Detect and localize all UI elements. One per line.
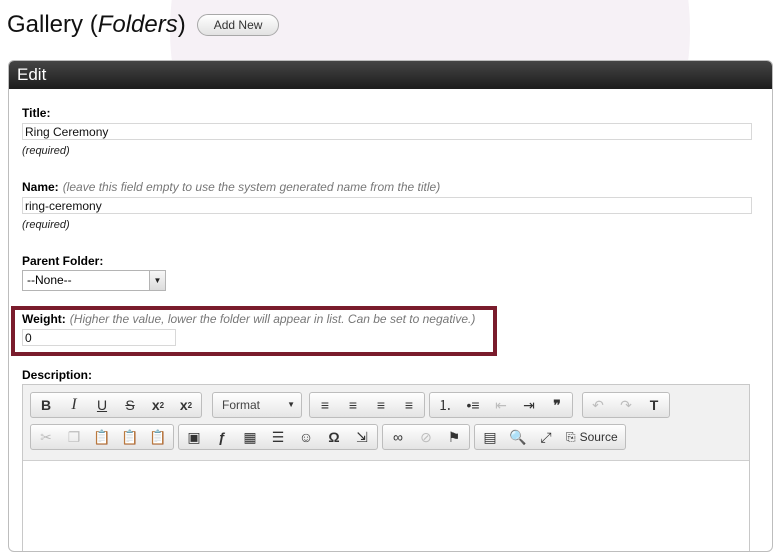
align-right-icon[interactable]: ≡	[367, 394, 395, 416]
parent-folder-select[interactable]: --None-- ▼	[22, 270, 166, 291]
weight-input[interactable]: 0	[22, 329, 176, 346]
smiley-icon[interactable]: ☺	[292, 426, 320, 448]
horizontal-rule-icon[interactable]: ☰	[264, 426, 292, 448]
insert-group: ▣ ƒ ▦ ☰ ☺ Ω ⇲	[178, 424, 378, 450]
edit-panel: Edit Title: Ring Ceremony (required) Nam…	[8, 60, 773, 552]
list-group: ⒈ •≡ ⇤ ⇥ ❞	[429, 392, 573, 418]
special-char-icon[interactable]: Ω	[320, 426, 348, 448]
description-editor: B I U S x2 x2 Format ▼ ≡ ≡ ≡ ≡ ⒈ •≡ ⇤ ⇥ ❞	[22, 384, 750, 551]
image-icon[interactable]: ▣	[180, 426, 208, 448]
basic-style-group: B I U S x2 x2	[30, 392, 202, 418]
title-required-note: (required)	[22, 145, 70, 157]
link-icon[interactable]: ∞	[384, 426, 412, 448]
history-group: ↶ ↷ T	[582, 392, 670, 418]
page-title-emphasis: Folders	[97, 11, 178, 38]
title-label: Title:	[22, 106, 51, 120]
subscript-icon[interactable]: x2	[144, 394, 172, 416]
link-group: ∞ ⊘ ⚑	[382, 424, 470, 450]
superscript-icon[interactable]: x2	[172, 394, 200, 416]
panel-header: Edit	[9, 61, 772, 89]
numbered-list-icon[interactable]: ⒈	[431, 394, 459, 416]
copy-icon[interactable]: ❐	[60, 426, 88, 448]
italic-icon[interactable]: I	[60, 394, 88, 416]
cut-icon[interactable]: ✂	[32, 426, 60, 448]
chevron-down-icon: ▼	[149, 271, 165, 290]
source-button[interactable]: ⎘ Source	[560, 426, 624, 448]
align-group: ≡ ≡ ≡ ≡	[309, 392, 425, 418]
title-input[interactable]: Ring Ceremony	[22, 123, 752, 140]
maximize-icon[interactable]: ⤢	[532, 426, 560, 448]
paste-icon[interactable]: 📋	[88, 426, 116, 448]
unlink-icon[interactable]: ⊘	[412, 426, 440, 448]
editor-toolbar: B I U S x2 x2 Format ▼ ≡ ≡ ≡ ≡ ⒈ •≡ ⇤ ⇥ ❞	[23, 385, 749, 461]
name-input[interactable]: ring-ceremony	[22, 197, 752, 214]
justify-icon[interactable]: ≡	[395, 394, 423, 416]
source-icon: ⎘	[566, 429, 576, 444]
chevron-down-icon: ▼	[287, 400, 295, 409]
editor-content-area[interactable]	[23, 461, 749, 551]
add-new-button[interactable]: Add New	[196, 14, 280, 36]
bold-icon[interactable]: B	[32, 394, 60, 416]
redo-icon[interactable]: ↷	[612, 394, 640, 416]
page-header: Gallery (Folders) Add New	[7, 8, 280, 42]
templates-icon[interactable]: ▤	[476, 426, 504, 448]
indent-icon[interactable]: ⇥	[515, 394, 543, 416]
parent-folder-label: Parent Folder:	[22, 254, 104, 268]
outdent-icon[interactable]: ⇤	[487, 394, 515, 416]
paste-word-icon[interactable]: 📋	[144, 426, 172, 448]
bulleted-list-icon[interactable]: •≡	[459, 394, 487, 416]
align-center-icon[interactable]: ≡	[339, 394, 367, 416]
align-left-icon[interactable]: ≡	[311, 394, 339, 416]
anchor-icon[interactable]: ⚑	[440, 426, 468, 448]
document-group: ▤ 🔍 ⤢ ⎘ Source	[474, 424, 626, 450]
format-dropdown[interactable]: Format ▼	[212, 392, 302, 418]
paste-text-icon[interactable]: 📋	[116, 426, 144, 448]
preview-icon[interactable]: 🔍	[504, 426, 532, 448]
strikethrough-icon[interactable]: S	[116, 394, 144, 416]
clipboard-group: ✂ ❐ 📋 📋 📋	[30, 424, 174, 450]
remove-format-icon[interactable]: T	[640, 394, 668, 416]
name-required-note: (required)	[22, 219, 70, 231]
underline-icon[interactable]: U	[88, 394, 116, 416]
name-hint: (leave this field empty to use the syste…	[62, 180, 441, 194]
page-title: Gallery (Folders)	[7, 11, 186, 38]
flash-icon[interactable]: ƒ	[208, 426, 236, 448]
weight-label: Weight: (Higher the value, lower the fold…	[22, 312, 476, 326]
weight-hint: (Higher the value, lower the folder will…	[69, 312, 476, 326]
page-break-icon[interactable]: ⇲	[348, 426, 376, 448]
undo-icon[interactable]: ↶	[584, 394, 612, 416]
description-label: Description:	[22, 368, 93, 382]
name-label: Name: (leave this field empty to use the …	[22, 180, 441, 194]
blockquote-icon[interactable]: ❞	[543, 394, 571, 416]
table-icon[interactable]: ▦	[236, 426, 264, 448]
